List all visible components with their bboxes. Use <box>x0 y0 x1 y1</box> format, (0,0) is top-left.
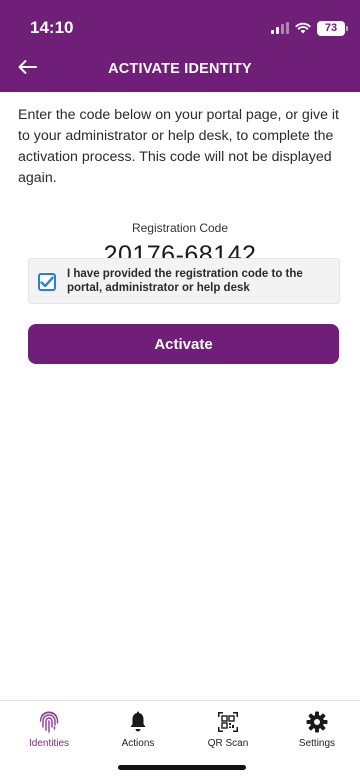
battery-icon: 73 <box>317 20 348 36</box>
activate-identity-screen: 14:10 73 ACTIVATE IDENTITY Enter the cod… <box>0 0 360 777</box>
tab-qr-scan[interactable]: QR Scan <box>193 709 263 749</box>
qr-code-icon <box>215 709 241 735</box>
tab-label-actions: Actions <box>121 738 155 749</box>
status-bar: 14:10 73 <box>0 0 360 50</box>
tab-settings[interactable]: Settings <box>282 709 352 749</box>
confirm-provided-checkbox-row[interactable]: I have provided the registration code to… <box>28 258 340 304</box>
tab-label-qr-scan: QR Scan <box>207 738 249 749</box>
tab-label-settings: Settings <box>298 738 336 749</box>
tab-label-identities: Identities <box>28 738 70 749</box>
tab-identities[interactable]: Identities <box>14 709 84 749</box>
activation-instructions: Enter the code below on your portal page… <box>18 107 339 186</box>
home-indicator <box>118 765 246 770</box>
bell-icon <box>125 709 151 735</box>
gear-icon <box>304 709 330 735</box>
confirm-checkbox-label: I have provided the registration code to… <box>67 268 303 294</box>
tab-actions[interactable]: Actions <box>103 709 173 749</box>
registration-code-label: Registration Code <box>131 221 229 235</box>
wifi-icon <box>295 22 311 34</box>
page-title: ACTIVATE IDENTITY <box>108 61 252 77</box>
nav-bar: ACTIVATE IDENTITY <box>0 50 360 92</box>
confirm-checkbox[interactable] <box>38 273 56 291</box>
battery-level: 73 <box>317 20 345 36</box>
cellular-signal-icon <box>271 22 289 34</box>
status-icons: 73 <box>271 20 348 36</box>
checkmark-icon <box>40 276 54 288</box>
app-header: 14:10 73 ACTIVATE IDENTITY <box>0 0 360 92</box>
activate-button[interactable]: Activate <box>28 324 339 364</box>
fingerprint-icon <box>36 709 62 735</box>
status-time: 14:10 <box>30 18 74 37</box>
